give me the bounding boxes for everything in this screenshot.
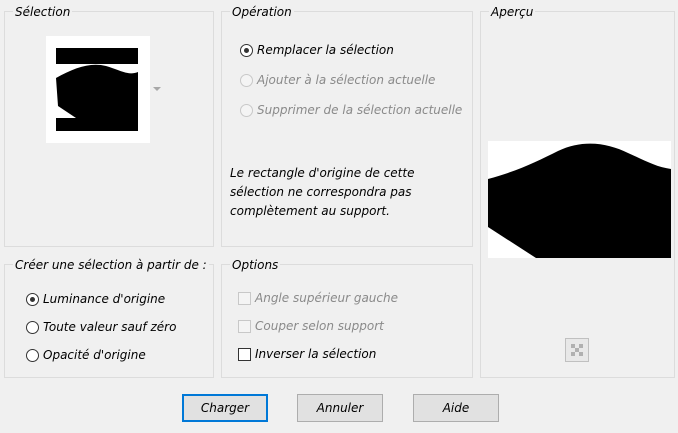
radio-any-non-zero-button[interactable]	[26, 320, 39, 334]
check-top-left-corner[interactable]: Angle supérieur gauche	[238, 291, 398, 305]
radio-replace-selection-label: Remplacer la sélection	[257, 43, 394, 57]
check-invert-selection-box[interactable]	[238, 347, 251, 361]
create-from-group-title: Créer une sélection à partir de :	[13, 258, 209, 272]
check-clip-to-canvas-label: Couper selon support	[255, 319, 384, 333]
check-invert-selection-label: Inverser la sélection	[255, 347, 377, 361]
selection-group-title: Sélection	[13, 5, 73, 19]
radio-add-selection[interactable]: Ajouter à la sélection actuelle	[240, 73, 435, 87]
radio-source-opacity-label: Opacité d'origine	[43, 348, 146, 362]
radio-source-luminance-button[interactable]	[26, 292, 39, 306]
load-button[interactable]: Charger	[182, 394, 268, 422]
selection-thumbnail[interactable]	[46, 36, 150, 143]
checkerboard-icon	[571, 344, 583, 356]
check-clip-to-canvas[interactable]: Couper selon support	[238, 319, 384, 333]
radio-remove-selection-label: Supprimer de la sélection actuelle	[257, 103, 463, 117]
check-invert-selection[interactable]: Inverser la sélection	[238, 347, 376, 361]
preview-image	[488, 143, 671, 258]
options-group-title: Options	[230, 258, 281, 272]
radio-add-selection-button[interactable]	[240, 73, 253, 87]
radio-source-luminance[interactable]: Luminance d'origine	[26, 292, 165, 306]
checkerboard-button[interactable]	[565, 338, 589, 362]
radio-source-opacity-button[interactable]	[26, 348, 39, 362]
radio-remove-selection-button[interactable]	[240, 103, 253, 117]
radio-replace-selection[interactable]: Remplacer la sélection	[240, 43, 394, 57]
radio-add-selection-label: Ajouter à la sélection actuelle	[257, 73, 436, 87]
selection-thumbnail-image	[56, 48, 138, 131]
help-button[interactable]: Aide	[413, 394, 499, 422]
radio-source-opacity[interactable]: Opacité d'origine	[26, 348, 146, 362]
operation-note: Le rectangle d'origine de cette sélectio…	[230, 166, 415, 218]
cancel-button[interactable]: Annuler	[297, 394, 383, 422]
radio-any-non-zero[interactable]: Toute valeur sauf zéro	[26, 320, 176, 334]
operation-group-title: Opération	[230, 5, 294, 19]
check-clip-to-canvas-box[interactable]	[238, 319, 251, 333]
radio-replace-selection-button[interactable]	[240, 43, 253, 57]
dropdown-arrow-icon[interactable]	[153, 87, 161, 91]
check-top-left-corner-label: Angle supérieur gauche	[255, 291, 398, 305]
radio-remove-selection[interactable]: Supprimer de la sélection actuelle	[240, 103, 462, 117]
radio-source-luminance-label: Luminance d'origine	[43, 292, 166, 306]
check-top-left-corner-box[interactable]	[238, 291, 251, 305]
preview-canvas	[488, 141, 671, 258]
preview-group-title: Aperçu	[489, 5, 536, 19]
radio-any-non-zero-label: Toute valeur sauf zéro	[43, 320, 177, 334]
